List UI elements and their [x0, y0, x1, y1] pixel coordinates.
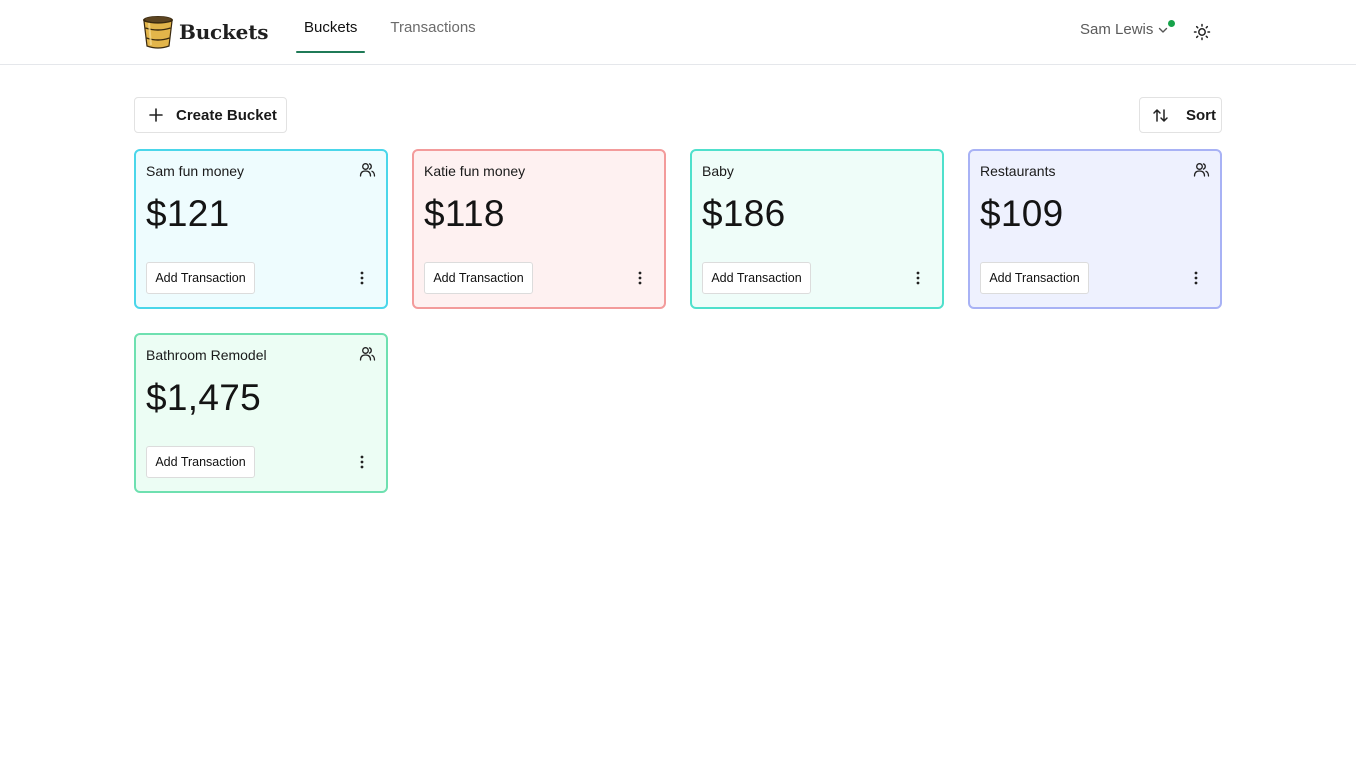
sort-button[interactable]: Sort: [1139, 97, 1222, 133]
bucket-card[interactable]: Baby $186 Add Transaction: [690, 149, 944, 309]
brand[interactable]: Buckets: [141, 14, 269, 50]
add-transaction-label: Add Transaction: [433, 271, 524, 285]
more-vertical-icon[interactable]: [354, 270, 370, 286]
bucket-amount: $121: [146, 193, 230, 234]
more-vertical-icon[interactable]: [354, 454, 370, 470]
plus-icon: [149, 108, 163, 122]
tab-transactions-label: Transactions: [390, 19, 476, 36]
bucket-name: Baby: [702, 163, 734, 179]
sort-arrows-icon: [1153, 108, 1168, 122]
add-transaction-button[interactable]: Add Transaction: [146, 262, 255, 294]
users-icon: [1193, 163, 1210, 177]
bucket-logo-icon: [143, 16, 173, 49]
add-transaction-label: Add Transaction: [711, 271, 802, 285]
bucket-card[interactable]: Bathroom Remodel $1,475 Add Transaction: [134, 333, 388, 493]
create-bucket-button[interactable]: Create Bucket: [134, 97, 287, 133]
bucket-card[interactable]: Restaurants $109 Add Transaction: [968, 149, 1222, 309]
users-icon: [359, 163, 376, 177]
users-icon: [359, 347, 376, 361]
bucket-name: Katie fun money: [424, 163, 526, 179]
bucket-name: Sam fun money: [146, 163, 245, 179]
sun-icon[interactable]: [1193, 23, 1211, 41]
bucket-card[interactable]: Katie fun money $118 Add Transaction: [412, 149, 666, 309]
bucket-amount: $186: [702, 193, 786, 234]
create-bucket-label: Create Bucket: [176, 106, 277, 124]
add-transaction-button[interactable]: Add Transaction: [146, 446, 255, 478]
user-menu[interactable]: Sam Lewis: [1080, 20, 1176, 38]
bucket-amount: $109: [980, 193, 1064, 234]
add-transaction-button[interactable]: Add Transaction: [980, 262, 1089, 294]
top-header: Buckets Buckets Transactions Sam Lewis: [0, 0, 1356, 65]
bucket-name: Restaurants: [980, 163, 1056, 179]
tab-transactions[interactable]: Transactions: [382, 0, 483, 53]
add-transaction-label: Add Transaction: [155, 271, 246, 285]
add-transaction-button[interactable]: Add Transaction: [424, 262, 533, 294]
main-nav: Buckets Transactions: [296, 0, 501, 65]
add-transaction-button[interactable]: Add Transaction: [702, 262, 811, 294]
add-transaction-label: Add Transaction: [989, 271, 1080, 285]
bucket-amount: $118: [424, 193, 505, 234]
bucket-amount: $1,475: [146, 377, 261, 418]
tab-buckets-label: Buckets: [304, 19, 358, 36]
more-vertical-icon[interactable]: [1188, 270, 1204, 286]
brand-name: Buckets: [179, 20, 269, 44]
bucket-name: Bathroom Remodel: [146, 347, 267, 363]
tab-buckets[interactable]: Buckets: [296, 0, 366, 53]
add-transaction-label: Add Transaction: [155, 455, 246, 469]
user-name: Sam Lewis: [1080, 21, 1154, 38]
online-status-dot: [1168, 20, 1176, 27]
more-vertical-icon[interactable]: [910, 270, 926, 286]
bucket-card[interactable]: Sam fun money $121 Add Transaction: [134, 149, 388, 309]
more-vertical-icon[interactable]: [632, 270, 648, 286]
sort-label: Sort: [1186, 106, 1216, 124]
